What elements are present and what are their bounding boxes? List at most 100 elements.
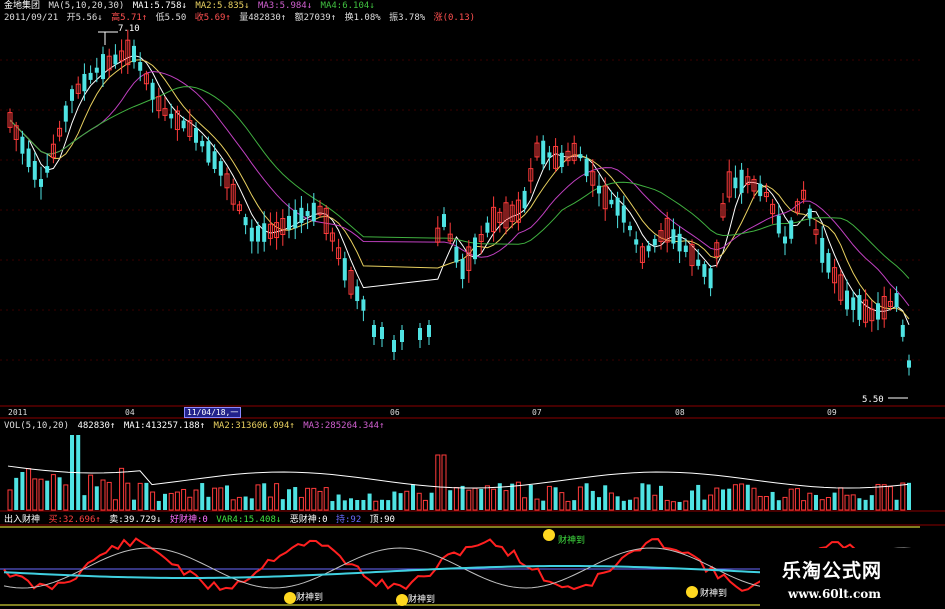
candle-down [169, 113, 174, 119]
volume-bar-down [690, 490, 694, 510]
quote-amount: 额27039↑ [294, 13, 337, 23]
candle-down [26, 148, 31, 168]
quote-turnover: 换1.08% [344, 13, 381, 23]
volume-bar-down [776, 500, 781, 510]
candle-down [584, 158, 589, 177]
candle-down [355, 286, 360, 302]
volume-bar-up [416, 492, 422, 511]
volume-bar-down [479, 488, 484, 510]
volume-bar-down [163, 493, 167, 510]
quote-close: 收5.69↑ [194, 13, 231, 23]
candle-down [299, 207, 304, 223]
volume-bar-up [274, 483, 280, 511]
candle-down [702, 264, 707, 277]
volume-bar-up [311, 487, 317, 511]
volume-bar-down [659, 485, 663, 510]
volume-bar-up [26, 468, 32, 511]
volume-bar-up [125, 482, 131, 511]
vol-value: 482830↑ [77, 421, 116, 431]
candle-down [460, 258, 465, 280]
candle-down [628, 225, 632, 231]
indicator-good: 好财神:0 [170, 515, 208, 525]
candle-down [578, 154, 583, 159]
date-label-09: 09 [827, 408, 837, 417]
indicator-buy: 买:32.696↑ [48, 515, 101, 525]
volume-bar-down [336, 494, 341, 510]
signal-smiley-icon [284, 592, 296, 604]
volume-bar-down [677, 501, 682, 510]
signal-label: 财神到 [558, 536, 586, 546]
volume-bar-down [553, 487, 558, 510]
volume-bar-up [150, 491, 156, 511]
candle-down [20, 136, 25, 154]
candle-down [454, 246, 459, 263]
volume-bar-down [361, 499, 366, 510]
volume-bar-up [298, 496, 304, 511]
candle-down [696, 259, 701, 266]
candle-down [218, 161, 223, 176]
candle-down [559, 152, 564, 168]
volume-bar-down [132, 499, 136, 510]
volume-bar-up [422, 499, 428, 511]
candle-down [32, 160, 37, 180]
volume-ma-line [7, 465, 909, 489]
volume-bar-down [200, 483, 205, 510]
volume-bar-down [721, 489, 725, 510]
volume-bar-up [714, 487, 720, 511]
candle-down [45, 166, 50, 173]
volume-bar-up [881, 484, 887, 511]
candle-down [150, 82, 155, 100]
candle-down [652, 238, 657, 246]
volume-bar-down [293, 487, 298, 510]
volume-bar-up [782, 496, 788, 511]
volume-bar-down [94, 486, 99, 510]
selected-date[interactable]: 11/04/18,一 [184, 407, 242, 418]
volume-bar-down [640, 483, 645, 510]
signal-smiley-icon [686, 586, 698, 598]
volume-bar-down [869, 495, 874, 510]
volume-bar-down [243, 496, 248, 510]
candle-down [113, 54, 118, 65]
candle-down [776, 215, 781, 234]
candle-down [683, 245, 688, 252]
volume-bar-up [819, 499, 825, 511]
candle-down [807, 208, 812, 219]
volume-bar-down [144, 482, 149, 510]
volume-bar-down [386, 500, 391, 510]
volume-bar-down [584, 483, 589, 510]
volume-bar-down [603, 485, 608, 510]
indicator-var4: VAR4:15.408↓ [216, 515, 282, 525]
volume-bar-down [355, 500, 360, 510]
volume-bar-down [367, 493, 372, 510]
volume-bar-down [528, 484, 533, 510]
volume-bar-up [317, 490, 323, 511]
date-label-07: 07 [532, 408, 542, 417]
candle-down [826, 253, 831, 273]
date-label-2011: 2011 [8, 408, 28, 417]
volume-bar-down [894, 499, 899, 510]
candle-down [597, 185, 601, 194]
indicator-name: 出入财神 [4, 515, 41, 525]
signal-label: 财神到 [296, 593, 324, 603]
candle-down [249, 227, 254, 242]
volume-bar-down [156, 500, 161, 510]
candle-down [82, 73, 87, 92]
candle-down [485, 222, 490, 233]
candle-down [206, 141, 211, 163]
volume-bar-up [732, 484, 738, 511]
ma1-value: MA1:5.758↓ [132, 1, 187, 11]
signal-smiley-icon [396, 594, 408, 606]
volume-bar-up [807, 492, 813, 511]
volume-bar-down [814, 494, 818, 510]
quote-header: 2011/09/21 开5.56↓ 高5.71↑ 低5.50 收5.69↑ 量4… [4, 13, 478, 24]
candle-down [305, 211, 310, 217]
volume-bar-up [559, 492, 565, 511]
candle-down [94, 67, 99, 73]
volume-bar-up [168, 492, 174, 511]
volume-bar-down [857, 498, 862, 510]
volume-bar-up [236, 496, 242, 511]
volume-bar-down [863, 499, 868, 510]
volume-bar-down [411, 484, 415, 510]
candle-down [857, 294, 862, 320]
candle-down [256, 225, 260, 242]
